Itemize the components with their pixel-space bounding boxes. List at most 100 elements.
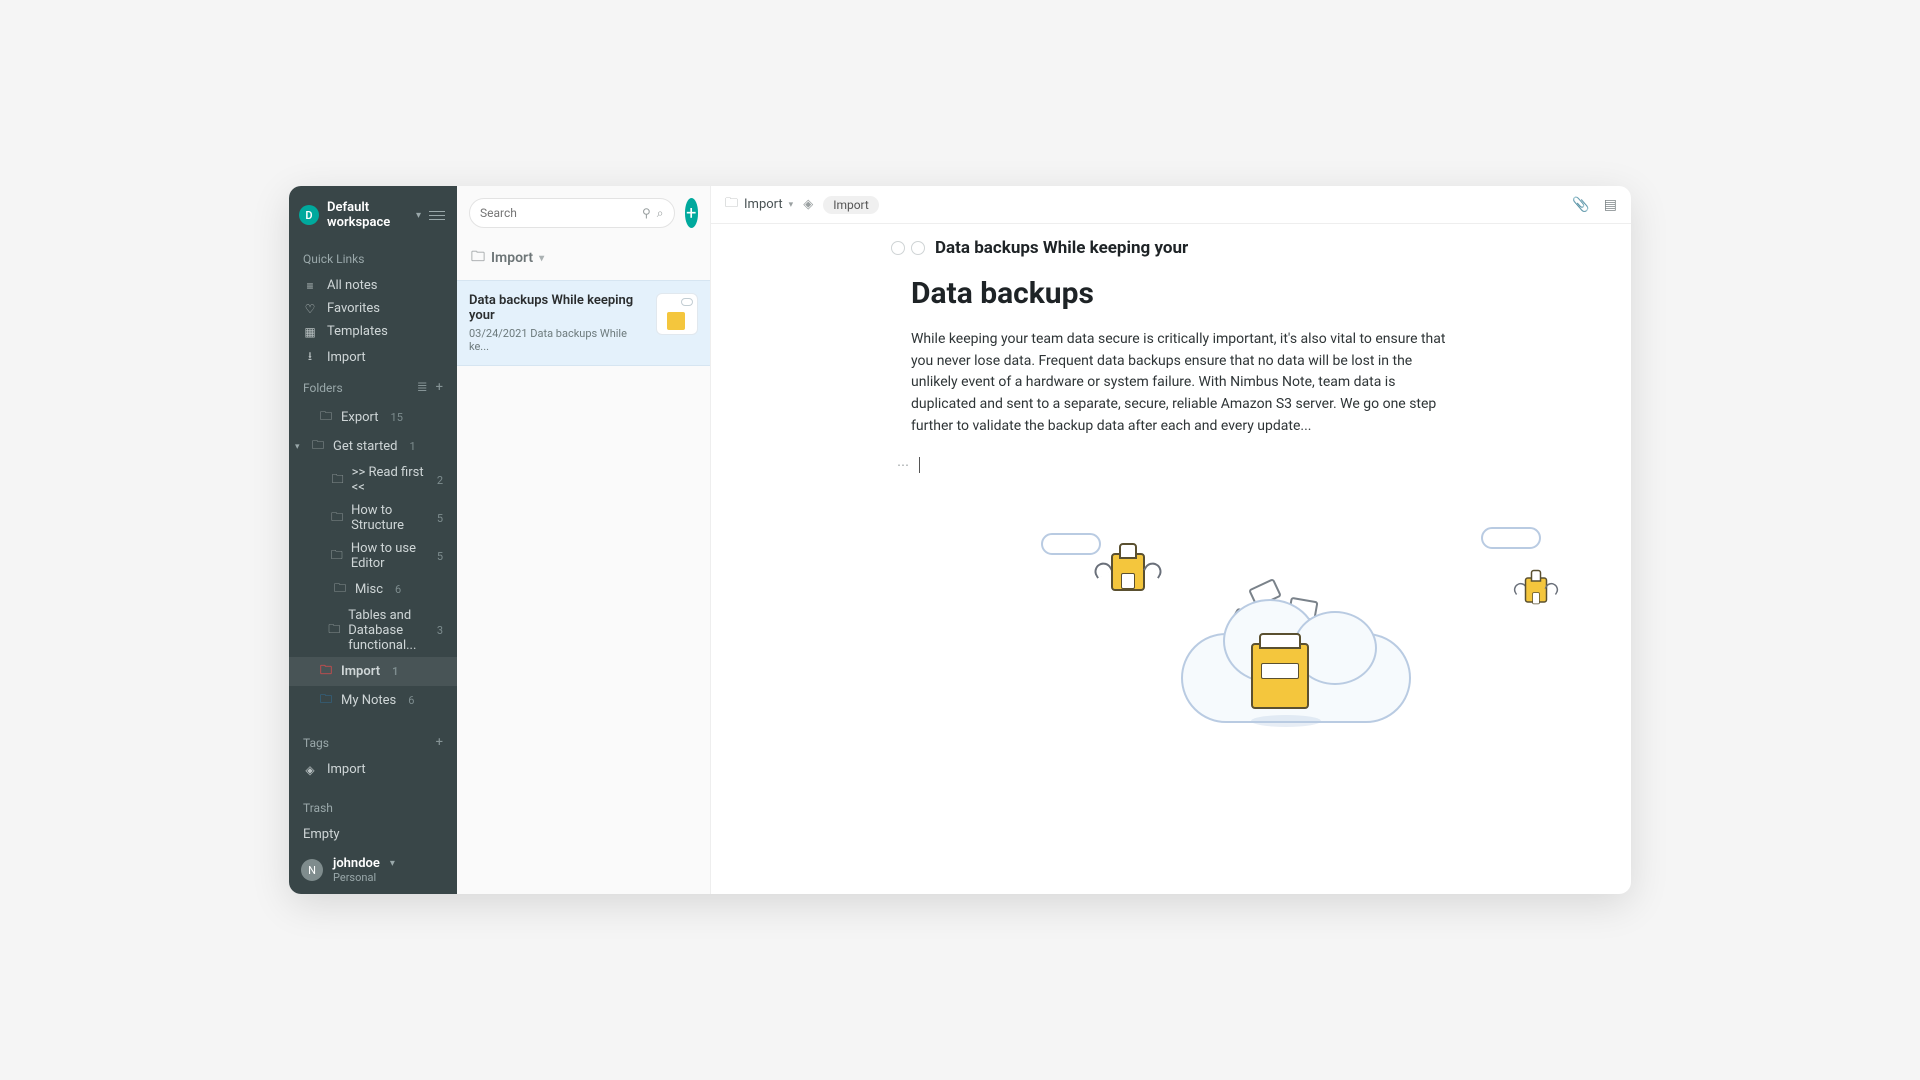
new-note-button[interactable]: +: [685, 198, 698, 228]
block-handle[interactable]: ⋯: [771, 457, 1571, 473]
chevron-down-icon: ▾: [789, 200, 794, 210]
folder-misc[interactable]: 🗀 Misc 6: [289, 575, 457, 604]
folder-label: How to Structure: [351, 503, 425, 533]
folder-icon: 🗀: [332, 470, 344, 491]
chevron-down-icon: ▾: [539, 253, 544, 264]
note-date: 03/24/2021: [469, 327, 528, 340]
user-plan: Personal: [333, 871, 395, 884]
tag-icon[interactable]: ◈: [803, 197, 813, 212]
quicklinks-header: Quick Links: [289, 244, 457, 274]
folder-read-first[interactable]: 🗀 >> Read first << 2: [289, 461, 457, 499]
filter-icon[interactable]: ⚲: [642, 206, 651, 221]
shadow: [1251, 715, 1321, 727]
folder-icon: 🗀: [311, 436, 325, 457]
app-window: D Default workspace ▾ Quick Links ≡ All n…: [289, 186, 1631, 894]
sort-icon[interactable]: ≣: [417, 380, 428, 395]
workspace-switcher[interactable]: D Default workspace ▾: [289, 186, 457, 244]
folder-import[interactable]: 🗀Import1: [289, 657, 457, 686]
flying-drawer-icon: [1111, 553, 1145, 591]
nav-import[interactable]: ⭳ Import: [289, 343, 457, 372]
folder-how-structure[interactable]: 🗀How to Structure5: [289, 499, 457, 537]
folder-count: 5: [437, 550, 443, 563]
folder-tables-db[interactable]: 🗀Tables and Database functional...3: [289, 604, 457, 657]
note-tag-chip[interactable]: Import: [823, 196, 879, 214]
nav-label: Favorites: [327, 301, 380, 316]
nav-label: All notes: [327, 278, 377, 293]
tag-icon: ◈: [303, 763, 317, 777]
user-name: johndoe: [333, 856, 380, 871]
search-field[interactable]: ⚲ ⌕: [469, 198, 675, 228]
page-title[interactable]: Data backups While keeping your: [935, 238, 1188, 258]
folder-label: >> Read first <<: [352, 465, 425, 495]
nav-label: Import: [327, 350, 366, 365]
collapse-sidebar-icon[interactable]: [429, 211, 445, 220]
nav-label: Templates: [327, 324, 388, 339]
folder-label: Tables and Database functional...: [348, 608, 425, 653]
editor-pane: 🗀 Import ▾ ◈ Import 📎 ▤ Data backups Whi…: [711, 186, 1631, 894]
drawer-icon: [1251, 643, 1309, 709]
folder-count: 15: [391, 411, 403, 424]
layout-icon[interactable]: ▤: [1604, 197, 1617, 213]
folder-label: My Notes: [341, 693, 396, 708]
trash-header: Trash: [289, 793, 457, 823]
breadcrumb-folder[interactable]: 🗀 Import ▾: [725, 194, 793, 216]
folder-icon: 🗀: [331, 508, 343, 529]
folder-my-notes[interactable]: 🗀My Notes6: [289, 686, 457, 715]
list-folder-label: Import: [491, 250, 533, 266]
folder-icon: 🗀: [319, 661, 333, 682]
download-icon: ⭳: [303, 347, 317, 368]
content-heading[interactable]: Data backups: [911, 276, 1451, 311]
folder-label: Misc: [355, 582, 383, 597]
chevron-down-icon: ▾: [416, 210, 421, 221]
note-title: Data backups While keeping your: [469, 293, 646, 323]
nav-favorites[interactable]: ♡ Favorites: [289, 297, 457, 320]
folder-get-started[interactable]: ▾ 🗀 Get started 1: [289, 432, 457, 461]
text-caret: [919, 457, 920, 473]
title-icons[interactable]: [891, 241, 925, 255]
add-tag-icon[interactable]: +: [436, 735, 443, 750]
chevron-down-icon: ▾: [390, 858, 395, 869]
folder-count: 6: [395, 583, 401, 596]
list-folder-title[interactable]: 🗀 Import ▾: [457, 240, 710, 280]
folder-label: Import: [341, 664, 380, 679]
folder-icon: 🗀: [725, 194, 738, 216]
content-paragraph[interactable]: While keeping your team data secure is c…: [911, 329, 1451, 437]
search-input[interactable]: [480, 206, 636, 220]
attachment-icon[interactable]: 📎: [1572, 197, 1589, 213]
heart-icon: ♡: [303, 302, 317, 316]
folder-icon: 🗀: [333, 579, 347, 600]
add-folder-icon[interactable]: +: [436, 380, 443, 395]
folder-label: Export: [341, 410, 379, 425]
folder-count: 1: [409, 440, 415, 453]
folder-icon: 🗀: [319, 690, 333, 711]
sidebar: D Default workspace ▾ Quick Links ≡ All n…: [289, 186, 457, 894]
breadcrumb-label: Import: [744, 197, 783, 212]
search-icon[interactable]: ⌕: [657, 206, 664, 221]
chevron-down-icon[interactable]: ▾: [295, 442, 303, 452]
note-list-item[interactable]: Data backups While keeping your 03/24/20…: [457, 280, 710, 366]
folder-label: How to use Editor: [351, 541, 425, 571]
dots-icon: ⋯: [897, 458, 911, 472]
flying-drawer-icon: [1525, 578, 1548, 604]
template-icon: ▦: [303, 325, 317, 339]
trash-empty[interactable]: Empty: [289, 823, 457, 846]
circle-icon: [891, 241, 905, 255]
folder-label: Get started: [333, 439, 397, 454]
note-thumbnail: [656, 293, 698, 335]
folder-icon: 🗀: [328, 620, 340, 641]
note-list-pane: ⚲ ⌕ + 🗀 Import ▾ Data backups While keep…: [457, 186, 711, 894]
tags-header: Tags +: [289, 727, 457, 758]
nav-templates[interactable]: ▦ Templates: [289, 320, 457, 343]
tag-label: Import: [327, 762, 366, 777]
user-menu[interactable]: N johndoe ▾ Personal: [289, 846, 457, 894]
list-icon: ≡: [303, 279, 317, 293]
tag-import[interactable]: ◈ Import: [289, 758, 457, 781]
nav-all-notes[interactable]: ≡ All notes: [289, 274, 457, 297]
folder-export[interactable]: 🗀 Export 15: [289, 403, 457, 432]
folder-count: 2: [437, 474, 443, 487]
user-avatar: N: [301, 859, 323, 881]
note-body[interactable]: Data backups While keeping your Data bac…: [711, 224, 1631, 894]
smiley-icon: [911, 241, 925, 255]
folder-icon: 🗀: [319, 407, 333, 428]
folder-how-editor[interactable]: 🗀How to use Editor5: [289, 537, 457, 575]
